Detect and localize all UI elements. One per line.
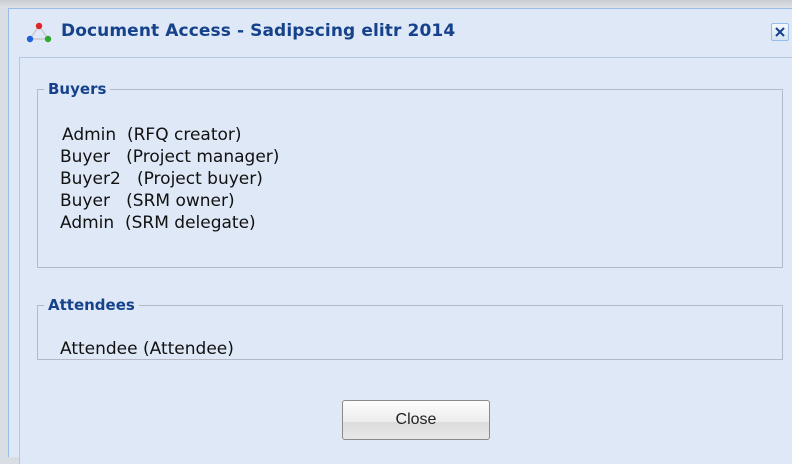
close-icon[interactable] — [771, 23, 789, 41]
dialog-titlebar[interactable]: Document Access - Sadipscing elitr 2014 — [9, 9, 792, 51]
buyer-row: Buyer (SRM owner) — [60, 191, 235, 211]
network-icon — [26, 22, 52, 43]
buyer-row: Buyer2 (Project buyer) — [60, 169, 263, 189]
buyers-fieldset: Buyers Admin (RFQ creator) Buyer (Projec… — [37, 80, 783, 268]
dialog-body: Buyers Admin (RFQ creator) Buyer (Projec… — [19, 57, 792, 464]
buyer-row: Admin (SRM delegate) — [60, 213, 256, 233]
buyer-row: Buyer (Project manager) — [60, 147, 280, 167]
document-access-dialog: Document Access - Sadipscing elitr 2014 … — [8, 8, 792, 464]
dialog-title: Document Access - Sadipscing elitr 2014 — [61, 21, 456, 41]
attendees-fieldset: Attendees Attendee (Attendee) — [37, 296, 783, 360]
buyers-legend: Buyers — [48, 80, 107, 98]
attendees-legend: Attendees — [48, 296, 135, 314]
x-icon — [775, 27, 785, 37]
window-shadow — [0, 0, 792, 8]
close-button[interactable]: Close — [342, 400, 490, 440]
attendee-row: Attendee (Attendee) — [60, 339, 234, 359]
buyer-row: Admin (RFQ creator) — [62, 125, 242, 145]
